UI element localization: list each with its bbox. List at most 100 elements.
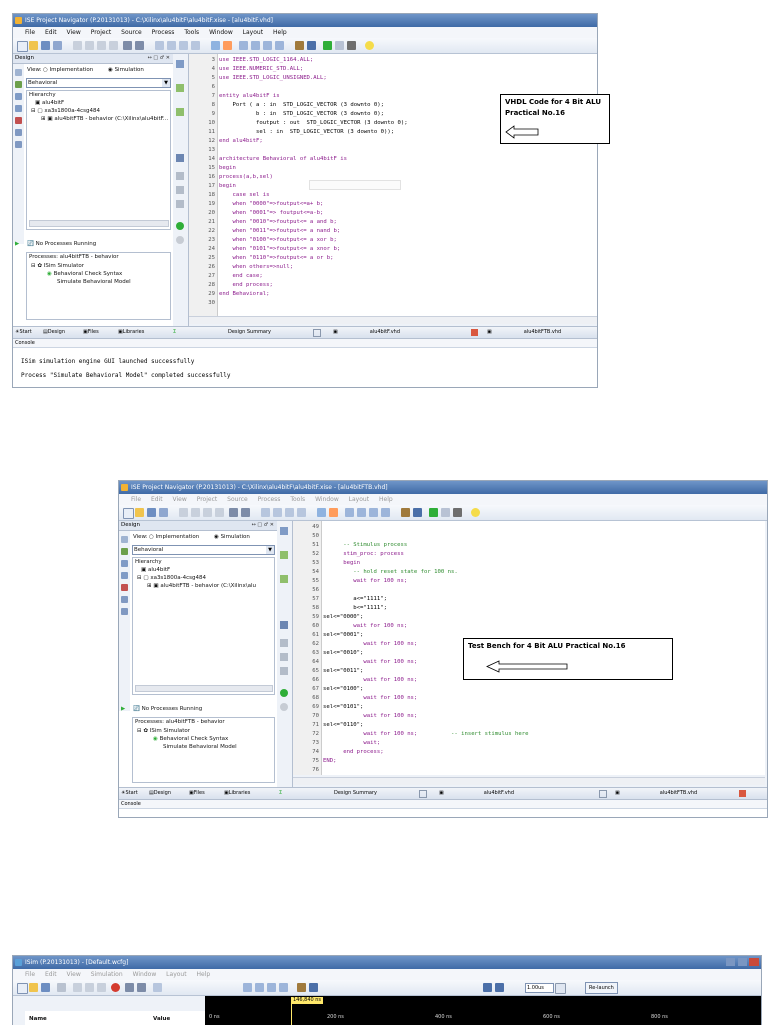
code-line[interactable]: 24 when "0101"=>foutput<= a xnor b;	[189, 245, 597, 253]
menu-process[interactable]: Process	[152, 29, 175, 36]
design-summary-icon[interactable]	[211, 41, 220, 50]
proc-check-syntax[interactable]: ◉ Behavioral Check Syntax	[153, 736, 228, 742]
collapse-icon[interactable]	[176, 84, 184, 92]
menu-file[interactable]: File	[25, 971, 35, 978]
code-line[interactable]: 52 stim_proc: process	[293, 550, 765, 558]
new-file-icon[interactable]	[17, 41, 28, 52]
code-line[interactable]: 21 when "0010"=>foutput<= a and b;	[189, 218, 597, 226]
wand-icon[interactable]	[401, 508, 410, 517]
minimize-icon[interactable]	[726, 958, 735, 966]
editor-hscroll[interactable]	[293, 777, 765, 785]
relaunch-button[interactable]: Re-launch	[585, 982, 618, 994]
menu-layout[interactable]: Layout	[349, 496, 369, 503]
code-line[interactable]: 13	[189, 146, 597, 154]
code-line[interactable]: 15 begin	[189, 164, 597, 172]
save-all-icon[interactable]	[159, 508, 168, 517]
proc-check-syntax[interactable]: ◉ Behavioral Check Syntax	[47, 271, 122, 277]
sigma-icon[interactable]: Σ	[279, 788, 282, 799]
code-line[interactable]: 30	[189, 299, 597, 307]
code-line[interactable]: 26 when others=>null;	[189, 263, 597, 271]
tree-item-device[interactable]: ⊟ ▢ xa3s1800a-4csg484	[31, 108, 100, 114]
menu-tools[interactable]: Tools	[290, 496, 305, 503]
expand-icon[interactable]	[280, 527, 288, 535]
cut-icon[interactable]	[73, 983, 82, 992]
tab-files[interactable]: ▣ Files	[83, 327, 99, 338]
open-icon[interactable]	[121, 608, 128, 615]
copy-icon[interactable]	[191, 508, 200, 517]
doc-tab-alu4bitf[interactable]: ▣ alu4bitF.vhd	[333, 327, 400, 338]
menu-edit[interactable]: Edit	[45, 29, 57, 36]
behavioral-select[interactable]: Behavioral ▼	[132, 545, 275, 555]
panel-2-icon[interactable]	[251, 41, 260, 50]
run-icon[interactable]	[429, 508, 438, 517]
menu-edit[interactable]: Edit	[151, 496, 163, 503]
code-line[interactable]: 18 case sel is	[189, 191, 597, 199]
save-icon[interactable]	[147, 508, 156, 517]
proc-simulate[interactable]: Simulate Behavioral Model	[163, 744, 237, 750]
menu-project[interactable]: Project	[91, 29, 112, 36]
close-icon[interactable]	[419, 790, 427, 798]
code-line[interactable]: 3 use IEEE.STD_LOGIC_1164.ALL;	[189, 56, 597, 64]
code-line[interactable]: 56	[293, 586, 765, 594]
code-line[interactable]: 74 end process;	[293, 748, 765, 756]
code-line[interactable]: 54 -- hold reset state for 100 ns.	[293, 568, 765, 576]
save-icon[interactable]	[41, 41, 50, 50]
copy-source-icon[interactable]	[15, 105, 22, 112]
tree-item-device[interactable]: ⊟ ▢ xa3s1800a-4csg484	[137, 575, 206, 581]
paste-icon[interactable]	[97, 41, 106, 50]
stop-icon[interactable]	[280, 703, 288, 711]
zoom-icon[interactable]	[155, 41, 164, 50]
step-out-icon[interactable]	[176, 200, 184, 208]
sigma-icon[interactable]	[441, 508, 450, 517]
find-icon[interactable]	[273, 508, 282, 517]
proc-isim[interactable]: ⊟ ✿ ISim Simulator	[137, 728, 190, 734]
new-file-icon[interactable]	[17, 983, 28, 994]
close-icon[interactable]	[599, 790, 607, 798]
help-icon[interactable]	[307, 41, 316, 50]
lightbulb-icon[interactable]	[471, 508, 480, 517]
filter-icon[interactable]	[176, 154, 184, 162]
wand-icon[interactable]	[295, 41, 304, 50]
tree-item-testbench[interactable]: ⊞ ▣ alu4bitFTB - behavior (C:\Xilinx\alu…	[41, 116, 168, 122]
menu-view[interactable]: View	[67, 971, 81, 978]
menu-view[interactable]: View	[173, 496, 187, 503]
code-line[interactable]: 22 when "0011"=>foutput<= a nand b;	[189, 227, 597, 235]
panel-1-icon[interactable]	[243, 983, 252, 992]
open-icon[interactable]	[15, 141, 22, 148]
panel-3-icon[interactable]	[369, 508, 378, 517]
menu-layout[interactable]: Layout	[166, 971, 186, 978]
panel-1-icon[interactable]	[239, 41, 248, 50]
panel-4-icon[interactable]	[279, 983, 288, 992]
paste-icon[interactable]	[97, 983, 106, 992]
run-process-icon[interactable]: ▶	[15, 241, 19, 247]
code-line[interactable]: 25 when "0110"=>foutput<= a or b;	[189, 254, 597, 262]
code-line[interactable]: 55 wait for 100 ns;	[293, 577, 765, 585]
help-icon[interactable]	[309, 983, 318, 992]
close-icon[interactable]	[313, 329, 321, 337]
collapse-icon[interactable]	[280, 551, 288, 559]
close-icon[interactable]	[471, 329, 478, 336]
doc-tab-alu4bitftb[interactable]: ▣ alu4bitFTB.vhd	[487, 327, 561, 338]
code-line[interactable]: 51 -- Stimulus process	[293, 541, 765, 549]
tab-libraries[interactable]: ▣ Libraries	[118, 327, 144, 338]
waveform-view[interactable]: 146,840 ns 0 ns 200 ns 400 ns 600 ns 800…	[205, 996, 761, 1025]
redo-icon[interactable]	[241, 508, 250, 517]
code-line[interactable]: 75 END;	[293, 757, 765, 765]
menu-window[interactable]: Window	[133, 971, 157, 978]
lightbulb-icon[interactable]	[365, 41, 374, 50]
save-icon[interactable]	[41, 983, 50, 992]
add-source-icon[interactable]	[15, 93, 22, 100]
undo-icon[interactable]	[125, 983, 134, 992]
redo-icon[interactable]	[137, 983, 146, 992]
properties-icon[interactable]	[121, 596, 128, 603]
step-icon[interactable]	[176, 172, 184, 180]
code-line[interactable]: 72 wait for 100 ns; -- insert stimulus h…	[293, 730, 765, 738]
code-line[interactable]: 58 b<="1111";	[293, 604, 765, 612]
new-file-icon[interactable]	[123, 508, 134, 519]
tab-files[interactable]: ▣ Files	[189, 788, 205, 799]
close-icon[interactable]	[739, 790, 746, 797]
open-folder-icon[interactable]	[135, 508, 144, 517]
menu-window[interactable]: Window	[315, 496, 339, 503]
tab-design[interactable]: ▤ Design	[149, 788, 171, 799]
open-folder-icon[interactable]	[29, 983, 38, 992]
